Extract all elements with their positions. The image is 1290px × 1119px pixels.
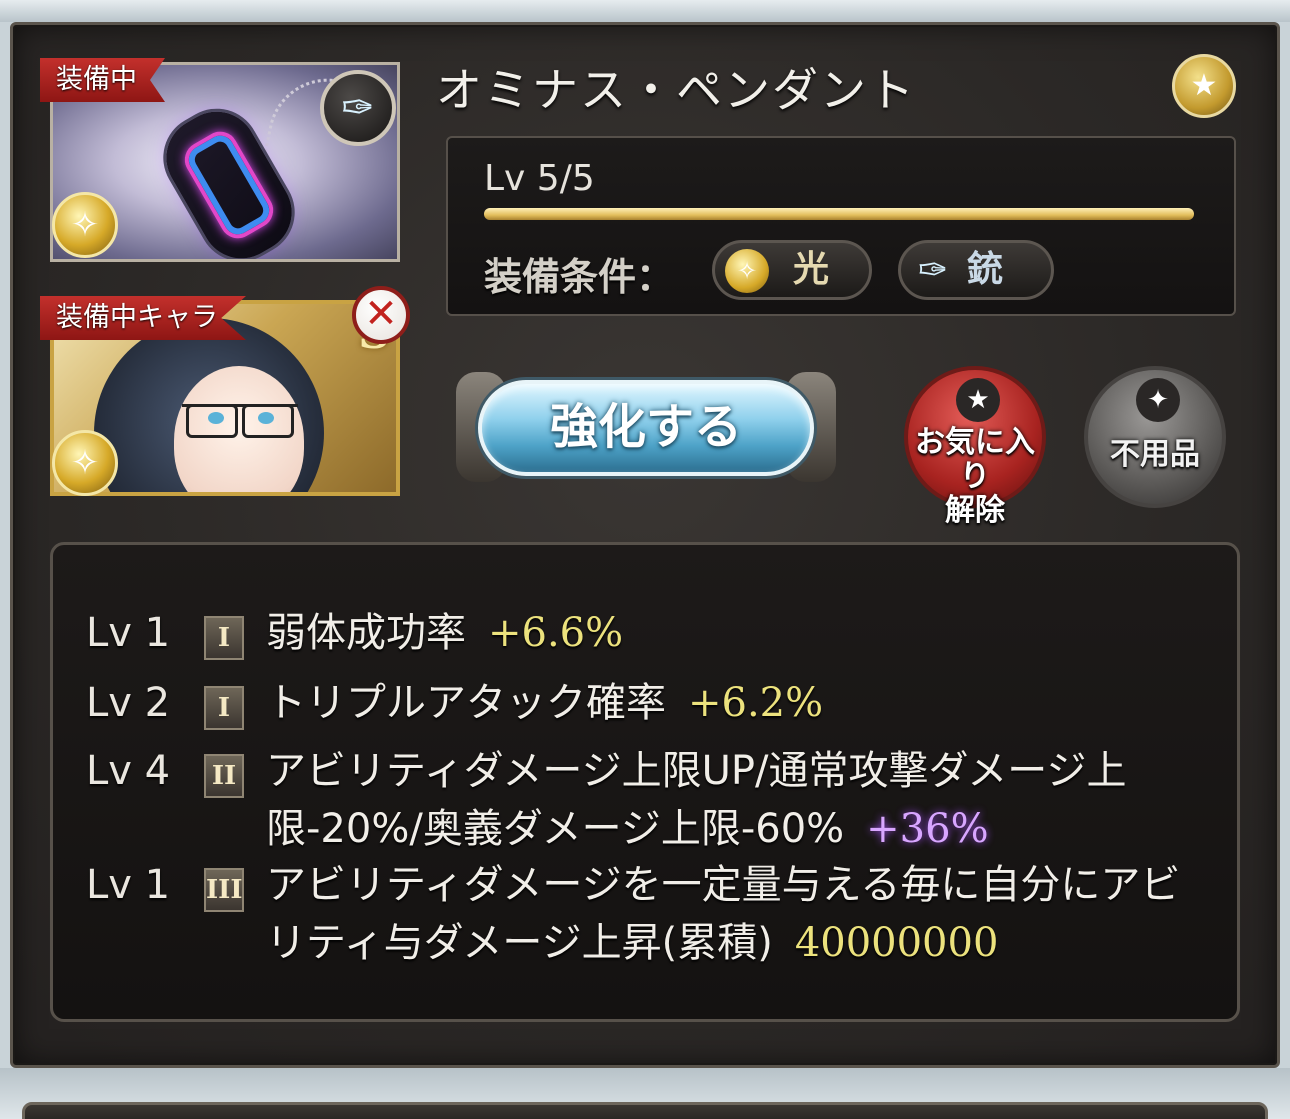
skill-text: トリプルアタック確率: [266, 680, 666, 726]
tier-badge: III: [204, 868, 244, 912]
weapon-condition: ✑ 銃: [898, 240, 1054, 300]
element-condition: ✧ 光: [712, 240, 872, 300]
tier-badge: I: [204, 616, 244, 660]
skill-value: +36%: [866, 806, 989, 852]
skill-text: アビリティダメージ上限UP/通常攻撃ダメージ上限-20%/奥義ダメージ上限-60…: [266, 748, 1127, 852]
light-element-icon: ✧: [52, 192, 118, 258]
light-element-icon: ✧: [725, 249, 769, 293]
bottom-frame: [0, 1068, 1290, 1119]
level-bar-fill: [484, 208, 1194, 220]
equipped-chara-tag: 装備中キャラ: [40, 296, 246, 340]
junk-button[interactable]: ✦ 不用品: [1084, 366, 1226, 508]
top-frame: [0, 0, 1290, 22]
sparkle-icon: ✦: [1136, 378, 1180, 422]
enhance-button[interactable]: 強化する: [478, 380, 814, 476]
skill-value: +6.6%: [488, 610, 624, 656]
unfavorite-button[interactable]: ★ お気に入り 解除: [904, 366, 1046, 528]
equipped-tag: 装備中: [40, 58, 165, 102]
tier-badge: I: [204, 686, 244, 730]
enhance-button-frame: 強化する: [456, 366, 836, 492]
skill-value: +6.2%: [688, 680, 824, 726]
light-element-icon: ✧: [52, 430, 118, 496]
skill-text: 弱体成功率: [266, 610, 466, 656]
equip-condition-label: 装備条件：: [484, 255, 675, 299]
tier-badge: II: [204, 754, 244, 798]
close-icon[interactable]: ✕: [352, 286, 410, 344]
star-icon: ★: [956, 378, 1000, 422]
skill-value: 40000000: [794, 920, 999, 966]
gun-icon: ✑: [320, 70, 396, 146]
level-bar: [484, 208, 1194, 220]
item-name: オミナス・ペンダント: [436, 63, 916, 117]
star-icon: ★: [1172, 54, 1236, 118]
gun-icon: ✑: [917, 250, 949, 291]
level-text: Lv 5/5: [484, 158, 595, 199]
skill-text: アビリティダメージを一定量与える毎に自分にアビリティ与ダメージ上昇(累積): [266, 862, 1181, 966]
